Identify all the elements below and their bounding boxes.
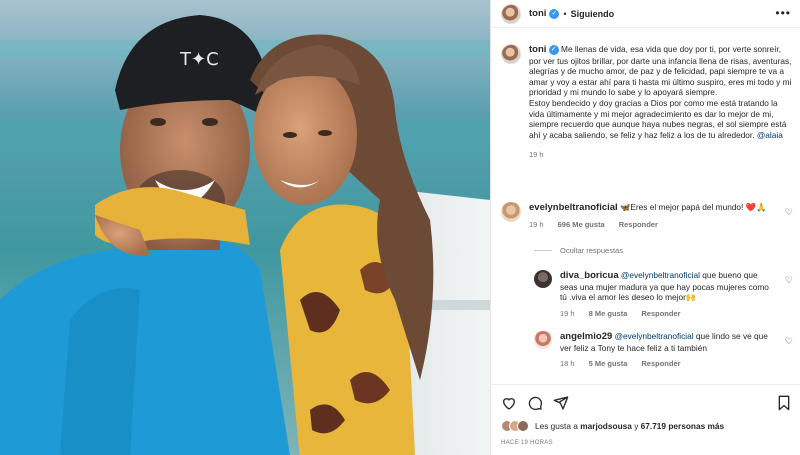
reply-likes[interactable]: 8 Me gusta: [589, 309, 628, 320]
hide-replies-button[interactable]: Ocultar respuestas: [534, 246, 623, 255]
post-actions-bar: Les gusta a marjodsousa y 67.719 persona…: [491, 384, 800, 455]
post-photo-image: T✦C: [0, 0, 490, 455]
comment-actions: 19 h 696 Me gusta Responder: [529, 220, 769, 231]
avatar[interactable]: [501, 44, 521, 64]
reply-username[interactable]: angelmio29: [560, 331, 612, 342]
reply-button[interactable]: Responder: [619, 220, 658, 231]
avatar: [517, 420, 529, 432]
reply-time: 18 h: [560, 359, 575, 369]
reply-mention[interactable]: @evelynbeltranoficial: [615, 331, 694, 341]
caption-body: Me llenas de vida, esa vida que doy por …: [529, 44, 792, 140]
avatar[interactable]: [501, 3, 521, 24]
more-options-icon[interactable]: •••: [775, 6, 791, 20]
reply-button[interactable]: Responder: [641, 309, 680, 320]
likes-summary: Les gusta a marjodsousa y 67.719 persona…: [501, 420, 724, 432]
post-header: toni ✓ • Siguiendo •••: [491, 0, 800, 28]
comment-username[interactable]: evelynbeltranoficial: [529, 202, 618, 213]
comments-scroll-area[interactable]: toni ✓ Me llenas de vida, esa vida que d…: [491, 29, 800, 384]
reply-actions: 19 h 8 Me gusta Responder: [560, 309, 770, 320]
reply-actions: 18 h 5 Me gusta Responder: [560, 359, 775, 370]
post-photo[interactable]: T✦C: [0, 0, 490, 455]
comment-item: evelynbeltranoficial 🦋Eres el mejor papá…: [501, 202, 769, 230]
caption-time: 19 h: [529, 150, 544, 160]
reply-button[interactable]: Responder: [641, 359, 680, 370]
hide-replies-label: Ocultar respuestas: [560, 246, 623, 255]
liker-avatars: [501, 420, 529, 432]
butterfly-emoji: 🦋: [620, 202, 631, 212]
avatar[interactable]: [501, 202, 521, 222]
share-icon[interactable]: [553, 395, 569, 413]
header-username[interactable]: toni: [529, 8, 546, 19]
heart-pray-emoji: ❤️🙏: [745, 202, 767, 212]
caption-text: toni ✓ Me llenas de vida, esa vida que d…: [529, 44, 793, 140]
caption-username[interactable]: toni: [529, 44, 546, 55]
bookmark-icon[interactable]: [777, 395, 791, 413]
avatar[interactable]: [534, 270, 552, 288]
reply-item: angelmio29 @evelynbeltranoficial que lin…: [534, 331, 775, 370]
verified-badge-icon: ✓: [548, 44, 559, 55]
likes-count[interactable]: 67.719 personas más: [641, 421, 724, 431]
reply-like-heart-icon[interactable]: ♡: [785, 336, 793, 347]
reply-username[interactable]: diva_boricua: [560, 270, 619, 281]
reply-likes[interactable]: 5 Me gusta: [589, 359, 628, 370]
liker-username[interactable]: marjodsousa: [580, 421, 632, 431]
comment-text: Eres el mejor papá del mundo!: [630, 202, 744, 212]
reply-like-heart-icon[interactable]: ♡: [785, 275, 793, 286]
reply-mention[interactable]: @evelynbeltranoficial: [621, 270, 700, 280]
caption: toni ✓ Me llenas de vida, esa vida que d…: [501, 44, 793, 159]
post-timestamp: HACE 19 HORAS: [501, 440, 553, 446]
reply-item: diva_boricua @evelynbeltranoficial que b…: [534, 270, 770, 319]
comment-time: 19 h: [529, 219, 544, 229]
svg-text:T✦C: T✦C: [179, 49, 219, 70]
reply-time: 19 h: [560, 308, 575, 318]
comment-likes[interactable]: 696 Me gusta: [558, 220, 605, 231]
replies-divider: [534, 250, 552, 251]
raised-hands-emoji: 🙌: [685, 292, 697, 303]
likes-prefix: Les gusta a: [535, 421, 578, 431]
separator-dot: •: [563, 8, 567, 19]
caption-mention[interactable]: @alaia: [757, 130, 783, 140]
avatar[interactable]: [534, 331, 552, 349]
action-icons: [501, 395, 569, 413]
heart-icon[interactable]: [501, 395, 517, 413]
likes-and: y: [634, 421, 639, 431]
post-side-panel: toni ✓ • Siguiendo ••• toni ✓ Me llenas …: [490, 0, 800, 455]
verified-badge-icon: ✓: [549, 8, 560, 19]
comment-like-heart-icon[interactable]: ♡: [785, 207, 793, 218]
following-button[interactable]: Siguiendo: [571, 9, 615, 19]
comment-icon[interactable]: [527, 395, 543, 413]
